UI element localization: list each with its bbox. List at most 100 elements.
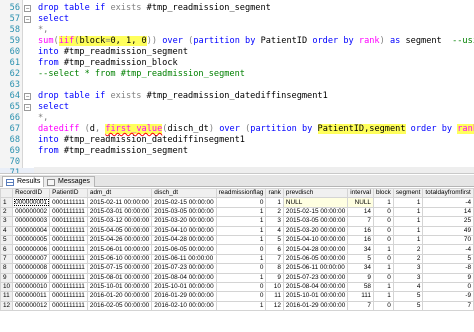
table-cell: 0 <box>215 291 267 302</box>
table-row[interactable]: 4 000000004 0001111111 2015-04-05 00:00:00 2… <box>0 225 474 236</box>
code-token: exists <box>110 91 142 101</box>
collapse-toggle-icon[interactable]: − <box>24 5 31 12</box>
table-cell: NULL <box>347 197 374 208</box>
results-grid[interactable]: RecordID PatientID adm_dt disch_dt readmissi… <box>0 188 474 332</box>
table-row[interactable]: 11 000000011 0001111111 2016-01-20 00:00:00… <box>0 291 474 302</box>
table-row[interactable]: 9 000000009 0001111111 2015-08-01 00:00:00 2… <box>0 272 474 283</box>
table-cell: 2015-06-10 00:00:00 <box>86 253 153 265</box>
code-line[interactable]: 56− drop table if exists #tmp_readmission… <box>0 3 474 14</box>
column-header[interactable]: prevdisch <box>282 188 349 199</box>
line-number: 65 <box>9 102 20 112</box>
row-number[interactable]: 5 <box>0 234 14 246</box>
code-token: over <box>214 124 246 134</box>
tab-results[interactable]: Results <box>2 176 46 187</box>
table-row[interactable]: 6 000000006 0001111111 2015-06-01 00:00:00 2… <box>0 244 474 255</box>
column-header[interactable]: block <box>372 188 394 199</box>
table-row[interactable]: 12 000000012 0001111111 2016-02-05 00:00:00… <box>0 300 474 312</box>
code-token: drop table if <box>38 91 111 101</box>
code-line[interactable]: 68 into #tmp_readmission_datediffinsegmen… <box>0 135 474 146</box>
column-header[interactable]: disch_dt <box>151 188 217 199</box>
table-cell: 2015-08-01 00:00:00 <box>86 272 153 283</box>
table-cell: 2015-03-20 00:00:00 <box>151 216 217 227</box>
column-header[interactable]: rank <box>265 188 284 199</box>
table-cell: 0001111111 <box>49 281 88 293</box>
code-token: sum <box>38 36 54 46</box>
code-token: order by <box>405 124 458 134</box>
code-line[interactable]: 60 into #tmp_readmission_segment <box>0 47 474 58</box>
code-token: disch_dt <box>167 124 209 134</box>
code-token: rank <box>358 36 380 46</box>
table-cell: -8 <box>422 263 474 274</box>
row-number[interactable]: 3 <box>0 216 14 227</box>
tab-results-label: Results <box>17 178 41 185</box>
column-header[interactable]: segment <box>392 188 424 199</box>
sql-editor[interactable]: 56− drop table if exists #tmp_readmission… <box>0 0 474 174</box>
column-header[interactable]: readmissionflag <box>215 188 267 199</box>
code-token: from <box>38 146 59 156</box>
table-cell: 2015-07-15 00:00:00 <box>86 263 153 274</box>
code-line[interactable]: 63 <box>0 80 474 91</box>
table-cell: 0001111111 <box>49 244 88 255</box>
line-number: 71 <box>9 168 20 174</box>
table-cell: 0001111111 <box>49 206 88 218</box>
table-cell: 0 <box>215 244 267 255</box>
code-line[interactable]: 62 --select * from #tmp_readmission_segme… <box>0 69 474 80</box>
row-number[interactable]: 12 <box>0 300 14 312</box>
table-cell: 0 <box>422 281 474 293</box>
row-number[interactable]: 10 <box>0 281 14 293</box>
code-line[interactable]: 67 datediff (d, first_value(disch_dt) ove… <box>0 124 474 135</box>
column-header[interactable]: PatientID <box>49 188 88 199</box>
table-cell: 9 <box>265 272 284 283</box>
row-number[interactable]: 8 <box>0 263 14 274</box>
collapse-toggle-icon[interactable]: − <box>24 93 31 100</box>
table-cell: 6 <box>265 244 284 255</box>
row-number[interactable]: 4 <box>0 225 14 236</box>
table-cell: 0001111111 <box>49 225 88 236</box>
table-cell: 000000011 <box>12 291 51 302</box>
table-row[interactable]: 7 000000007 0001111111 2015-06-10 00:00:00 2… <box>0 253 474 265</box>
row-number[interactable]: 7 <box>0 253 14 265</box>
row-number[interactable]: 11 <box>0 291 14 302</box>
table-cell: 1 <box>215 206 267 218</box>
tab-messages[interactable]: Messages <box>43 176 95 187</box>
column-header[interactable]: interval <box>347 188 374 199</box>
table-row[interactable]: 2 000000002 0001111111 2015-03-01 00:00:00 2… <box>0 206 474 218</box>
table-row[interactable]: 1 000000001 0001111111 2015-02-11 00:00:00 2… <box>0 197 474 208</box>
table-cell: 1 <box>392 216 424 227</box>
code-line[interactable]: 61 from #tmp_readmission_block <box>0 58 474 69</box>
row-number[interactable]: 9 <box>0 272 14 283</box>
table-cell: 2015-04-10 00:00:00 <box>282 234 349 246</box>
table-cell: 2015-10-01 00:00:00 <box>282 291 349 302</box>
table-row[interactable]: 5 000000005 0001111111 2015-04-26 00:00:00 2… <box>0 234 474 246</box>
column-header[interactable]: RecordID <box>12 188 51 199</box>
code-line[interactable]: 65− select <box>0 102 474 113</box>
table-row[interactable]: 10 000000010 0001111111 2015-10-01 00:00:00… <box>0 281 474 293</box>
code-line[interactable]: 69 from #tmp_readmission_segment <box>0 146 474 157</box>
table-cell: 0001111111 <box>49 253 88 265</box>
code-line[interactable]: 59 sum(iif(block=0, 1, 0)) over (partitio… <box>0 36 474 47</box>
collapse-toggle-icon[interactable]: − <box>24 16 31 23</box>
table-cell: 2015-03-20 00:00:00 <box>282 225 349 236</box>
table-row[interactable]: 8 000000008 0001111111 2015-07-15 00:00:00 2… <box>0 263 474 274</box>
table-cell: 2015-10-01 00:00:00 <box>86 281 153 293</box>
code-line[interactable]: 64− drop table if exists #tmp_readmission… <box>0 91 474 102</box>
code-line[interactable]: 57− select <box>0 14 474 25</box>
code-line[interactable]: 58 *, <box>0 25 474 36</box>
row-number[interactable]: 6 <box>0 244 14 255</box>
column-header[interactable]: totaldayfromfirst <box>422 188 474 199</box>
column-header[interactable]: adm_dt <box>86 188 153 199</box>
table-cell: 9 <box>422 272 474 283</box>
grid-corner-cell[interactable] <box>0 188 14 199</box>
table-cell: 0 <box>215 197 267 208</box>
table-cell: 0 <box>372 234 394 246</box>
editor-horizontal-scrollbar[interactable] <box>34 167 474 173</box>
row-number[interactable]: 1 <box>0 197 14 208</box>
table-cell: 0001111111 <box>49 234 88 246</box>
code-line[interactable]: 66 *, <box>0 113 474 124</box>
row-number[interactable]: 2 <box>0 206 14 218</box>
table-cell: 34 <box>347 263 374 274</box>
table-row[interactable]: 3 000000003 0001111111 2015-03-12 00:00:00 2… <box>0 216 474 227</box>
table-cell: 000000002 <box>12 206 51 218</box>
table-cell: 2015-04-26 00:00:00 <box>86 234 153 246</box>
collapse-toggle-icon[interactable]: − <box>24 104 31 111</box>
